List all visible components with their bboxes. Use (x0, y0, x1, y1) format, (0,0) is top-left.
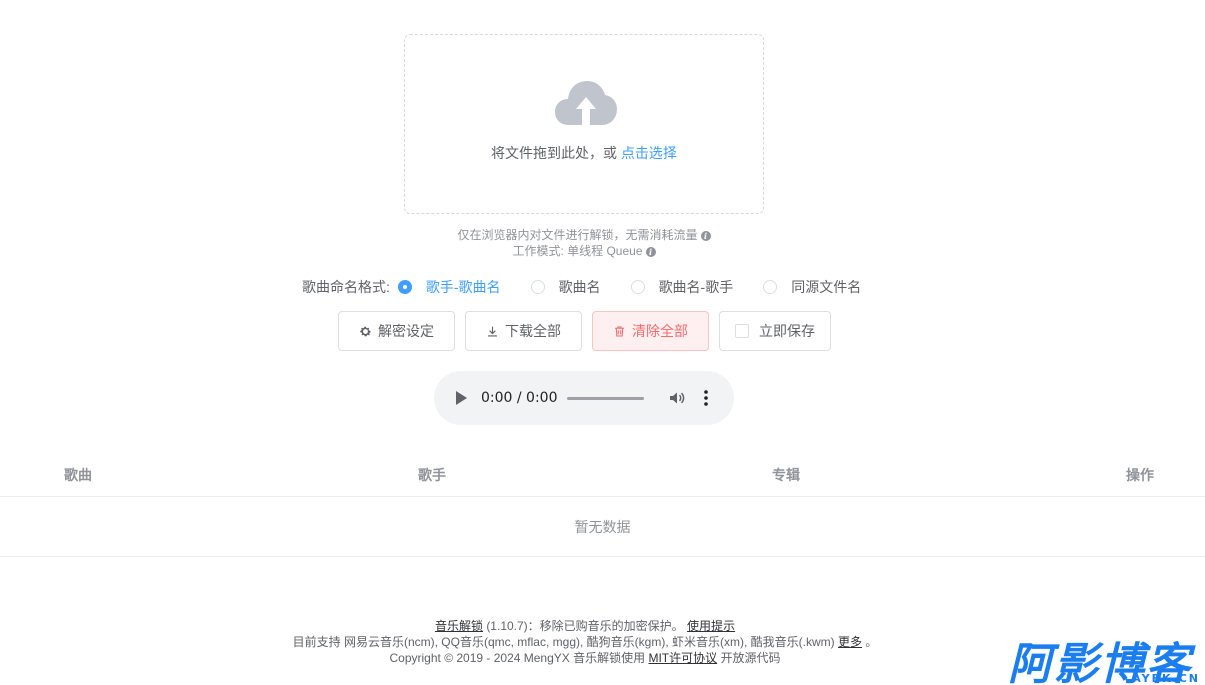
select-file-link[interactable]: 点击选择 (621, 145, 677, 161)
save-now-toggle[interactable]: 立即保存 (719, 311, 831, 351)
page: 将文件拖到此处，或 点击选择 仅在浏览器内对文件进行解锁，无需消耗流量 i 工作模… (0, 0, 1205, 685)
version-text: (1.10.7)：移除已购音乐的加密保护。 (486, 619, 684, 633)
radio-dot[interactable] (397, 280, 412, 294)
radio-label: 歌曲名 (558, 279, 601, 295)
trash-icon (613, 325, 626, 338)
license-link[interactable]: MIT许可协议 (648, 651, 717, 665)
radio-source-filename[interactable]: 同源文件名 (763, 277, 861, 297)
table-empty-state: 暂无数据 (0, 497, 1205, 557)
column-header-album: 专辑 (772, 467, 800, 483)
radio-label: 同源文件名 (791, 279, 862, 295)
footer-line-2: 目前支持 网易云音乐(ncm), QQ音乐(qmc, mflac, mgg), … (0, 633, 1170, 650)
button-label: 立即保存 (759, 323, 815, 339)
gear-icon (359, 325, 372, 338)
copyright-text: Copyright © 2019 - 2024 MengYX 音乐解锁使用 (389, 651, 646, 665)
period-text: 。 (865, 635, 878, 649)
save-now-checkbox[interactable] (735, 324, 749, 338)
table-header: 歌曲 歌手 专辑 操作 (0, 450, 1205, 497)
upload-hint: 将文件拖到此处，或 点击选择 (405, 143, 763, 163)
app-name-link[interactable]: 音乐解锁 (435, 619, 483, 633)
tip-text-1: 仅在浏览器内对文件进行解锁，无需消耗流量 (457, 228, 698, 242)
footer-line-3: Copyright © 2019 - 2024 MengYX 音乐解锁使用 MI… (0, 649, 1170, 666)
clear-all-button[interactable]: 清除全部 (592, 311, 709, 351)
radio-title-artist[interactable]: 歌曲名-歌手 (630, 277, 734, 297)
radio-title[interactable]: 歌曲名 (530, 277, 601, 297)
column-header-song: 歌曲 (64, 467, 92, 483)
more-options-icon[interactable] (702, 389, 710, 407)
radio-dot[interactable] (763, 280, 778, 294)
audio-player: 0:00 / 0:00 (434, 371, 734, 425)
radio-label: 歌手-歌曲名 (425, 279, 501, 295)
footer-line-1: 音乐解锁 (1.10.7)：移除已购音乐的加密保护。 使用提示 (0, 617, 1170, 634)
player-time: 0:00 / 0:00 (481, 390, 558, 406)
radio-dot[interactable] (630, 280, 645, 294)
watermark-domain: AYBK.CN (1132, 672, 1200, 685)
upload-hint-text: 将文件拖到此处，或 (491, 145, 618, 161)
upload-dropzone[interactable]: 将文件拖到此处，或 点击选择 (404, 34, 764, 214)
download-all-button[interactable]: 下载全部 (465, 311, 582, 351)
column-header-actions: 操作 (1126, 467, 1154, 483)
info-icon[interactable]: i (700, 231, 711, 241)
supported-formats-text: 目前支持 网易云音乐(ncm), QQ音乐(qmc, mflac, mgg), … (292, 635, 835, 649)
radio-artist-title[interactable]: 歌手-歌曲名 (397, 277, 501, 297)
download-icon (486, 325, 499, 338)
column-header-artist: 歌手 (418, 467, 446, 483)
tip-text-2: 工作模式: 单线程 Queue (512, 244, 643, 258)
naming-format-group: 歌曲命名格式: 歌手-歌曲名 歌曲名 歌曲名-歌手 同源文件名 (302, 278, 891, 296)
volume-icon[interactable] (668, 389, 686, 407)
radio-dot[interactable] (530, 280, 545, 294)
upload-cloud-icon (555, 81, 617, 125)
tip-line-2: 工作模式: 单线程 Queue i (404, 242, 764, 259)
radio-label: 歌曲名-歌手 (658, 279, 734, 295)
seek-bar[interactable] (567, 397, 644, 400)
button-label: 清除全部 (632, 323, 688, 339)
info-icon[interactable]: i (645, 247, 656, 257)
button-label: 解密设定 (378, 323, 434, 339)
open-source-text: 开放源代码 (720, 651, 781, 665)
usage-tip-link[interactable]: 使用提示 (687, 619, 735, 633)
tip-line-1: 仅在浏览器内对文件进行解锁，无需消耗流量 i (404, 226, 764, 243)
watermark-logo: 阿影博客 AYBK.CN (1008, 632, 1204, 685)
more-link[interactable]: 更多 (838, 635, 862, 649)
decrypt-settings-button[interactable]: 解密设定 (338, 311, 455, 351)
play-icon[interactable] (456, 391, 467, 405)
button-label: 下载全部 (505, 323, 561, 339)
naming-format-label: 歌曲命名格式: (302, 279, 390, 295)
